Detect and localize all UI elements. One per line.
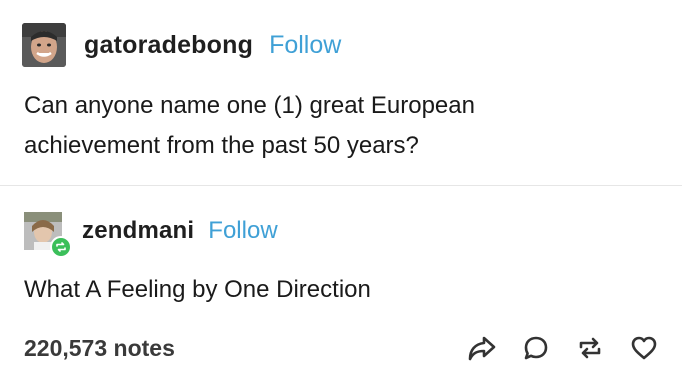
reblog-badge-icon [50, 236, 72, 258]
follow-button[interactable]: Follow [208, 217, 277, 245]
post-footer: 220,573 notes [24, 332, 660, 364]
avatar[interactable] [24, 212, 72, 258]
post-header: gatoradebong Follow [22, 23, 341, 67]
post-text: What A Feeling by One Direction [24, 276, 371, 303]
post-text: Can anyone name one (1) great European a… [24, 86, 644, 166]
post-actions [444, 332, 660, 364]
username[interactable]: zendmani [82, 217, 194, 245]
like-icon[interactable] [628, 332, 660, 364]
post-text-line: achievement from the past 50 years? [24, 132, 419, 159]
username[interactable]: gatoradebong [84, 31, 253, 60]
reblog-icon[interactable] [574, 332, 606, 364]
reply-icon[interactable] [520, 332, 552, 364]
notes-count[interactable]: 220,573 notes [24, 332, 175, 364]
post-original: gatoradebong Follow Can anyone name one … [0, 0, 682, 186]
follow-button[interactable]: Follow [269, 31, 341, 60]
post-reply: zendmani Follow What A Feeling by One Di… [0, 186, 682, 375]
avatar-image [22, 23, 66, 67]
post-header: zendmani Follow [24, 209, 278, 258]
avatar[interactable] [22, 23, 66, 67]
share-icon[interactable] [466, 332, 498, 364]
post-text-line: Can anyone name one (1) great European [24, 92, 475, 119]
